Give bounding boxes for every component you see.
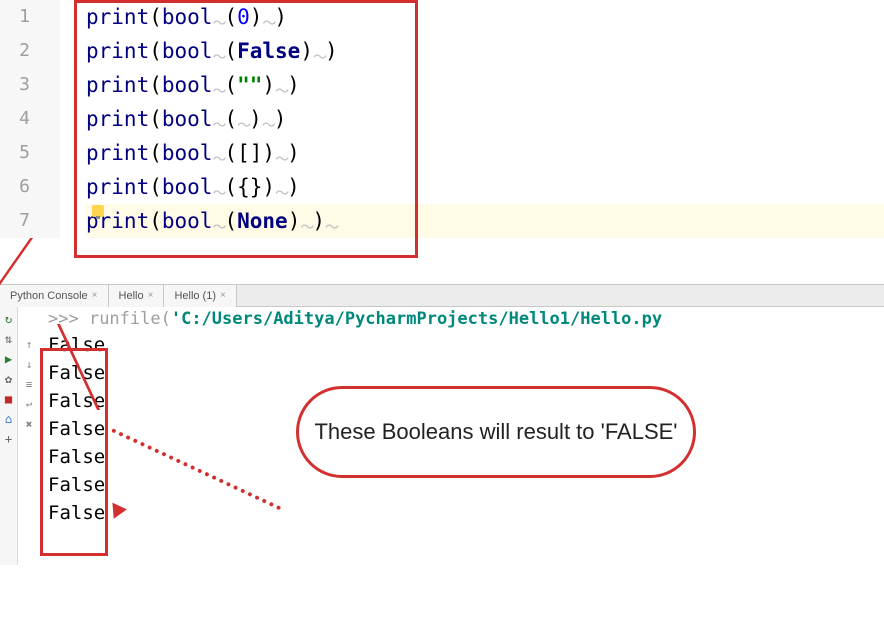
add-icon[interactable]: + [1,431,17,447]
line-number: 2 [0,34,60,68]
console-prompt-line: >>> runfile('C:/Users/Aditya/PycharmProj… [24,307,884,331]
play-icon[interactable]: ▶ [1,351,17,367]
line-number: 6 [0,170,60,204]
debug-icon[interactable]: ⌂ [1,411,17,427]
scroll-icon[interactable]: ⇅ [1,331,17,347]
tab-hello[interactable]: Hello× [109,285,165,307]
line-number: 1 [0,0,60,34]
code-line[interactable]: print(bool～("")～) [86,68,884,102]
output-line: False [48,359,884,387]
close-icon[interactable]: × [220,285,226,307]
code-line[interactable]: print(bool～(False)～) [86,34,884,68]
rerun-icon[interactable]: ↻ [1,311,17,327]
code-area[interactable]: print(bool～(0)～) print(bool～(False)～) pr… [60,0,884,238]
code-line[interactable]: print(bool～({})～) [86,170,884,204]
code-line[interactable]: print(bool～(～)～) [86,102,884,136]
line-number-gutter: 1 2 3 4 5 6 7 [0,0,60,238]
output-line: False [48,331,884,359]
line-number: 3 [0,68,60,102]
line-number: 5 [0,136,60,170]
code-line[interactable]: print(bool～(0)～) [86,0,884,34]
code-line[interactable]: print(bool～(None)～)～ [86,204,884,238]
callout-text: These Booleans will result to 'FALSE' [314,418,677,447]
annotation-callout: These Booleans will result to 'FALSE' [296,386,696,478]
tab-python-console[interactable]: Python Console× [0,285,109,307]
tab-hello-1[interactable]: Hello (1)× [164,285,236,307]
close-icon[interactable]: × [148,285,154,307]
settings-icon[interactable]: ✿ [1,371,17,387]
line-number: 4 [0,102,60,136]
close-icon[interactable]: × [92,285,98,307]
console-tool-column: ↻ ⇅ ▶ ✿ ■ ⌂ + [0,307,18,565]
stop-icon[interactable]: ■ [1,391,17,407]
intention-bulb-icon[interactable] [92,205,104,217]
line-number: 7 [0,204,60,238]
console-tab-bar: Python Console× Hello× Hello (1)× [0,285,884,307]
output-line: False [48,499,884,527]
code-editor[interactable]: 1 2 3 4 5 6 7 print(bool～(0)～) print(boo… [0,0,884,238]
code-line[interactable]: print(bool～([])～) [86,136,884,170]
